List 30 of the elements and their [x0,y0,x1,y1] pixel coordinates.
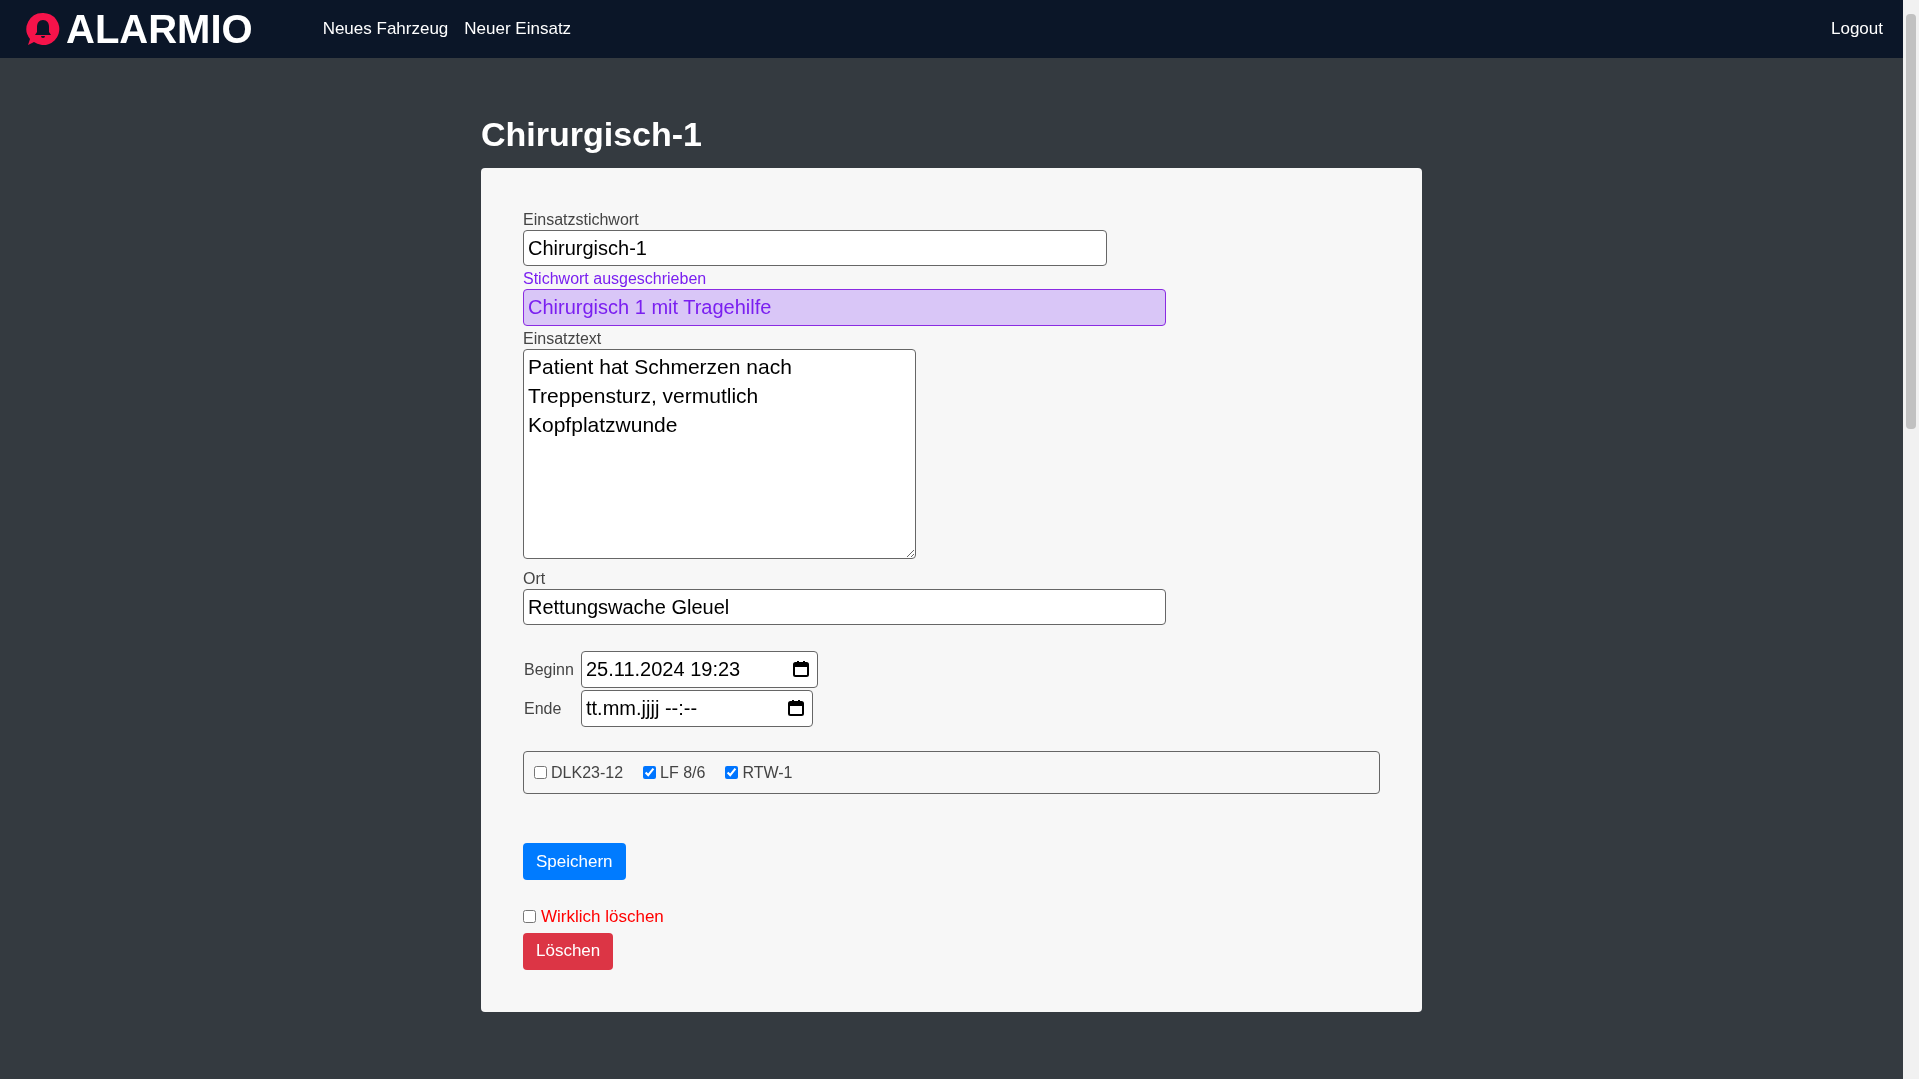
calendar-icon[interactable] [787,699,805,717]
vehicle-label: DLK23-12 [551,762,624,783]
field-label: Beginn [523,659,575,680]
field-label: Einsatztext [523,329,603,349]
nav-link[interactable]: Neuer Einsatz [464,16,572,42]
save-button[interactable]: Speichern [523,843,626,880]
nav-link[interactable]: Neues Fahrzeug [322,16,449,42]
text-area-field[interactable]: Patient hat Schmerzen nach Treppensturz, vermutlich Kopfplatzwunde [523,349,916,559]
logout-link[interactable]: Logout [1831,16,1883,42]
date-time-field[interactable]: tt.mm.jjjj --:-- [581,690,813,727]
field-label: Einsatzstichwort [523,210,640,230]
delete-button[interactable]: Löschen [523,932,614,970]
keyword-full-field[interactable]: Chirurgisch 1 mit Tragehilfe [523,289,1166,326]
vehicle-checkbox[interactable] [534,766,547,779]
location-field[interactable]: Rettungswache Gleuel [523,589,1166,625]
confirm-delete-label: Wirklich löschen [541,906,664,928]
field-label: Ort [523,569,547,589]
confirm-delete-checkbox[interactable] [523,910,536,924]
vehicle-checkbox[interactable] [643,766,657,779]
brand-name: ALARMIO [66,9,253,49]
field-label: Stichwort ausgeschrieben [523,269,708,289]
keyword-field[interactable]: Chirurgisch-1 [523,230,1107,266]
vehicle-label: LF 8/6 [660,762,706,783]
bell-logo-icon [26,12,60,46]
field-label: Ende [523,698,563,719]
date-time-field[interactable]: 25.11.2024 19:23 [581,651,818,688]
calendar-icon[interactable] [792,660,810,678]
vehicle-checkbox[interactable] [725,766,739,779]
page-title: Chirurgisch-1 [481,114,704,155]
vehicle-label: RTW-1 [742,762,793,783]
